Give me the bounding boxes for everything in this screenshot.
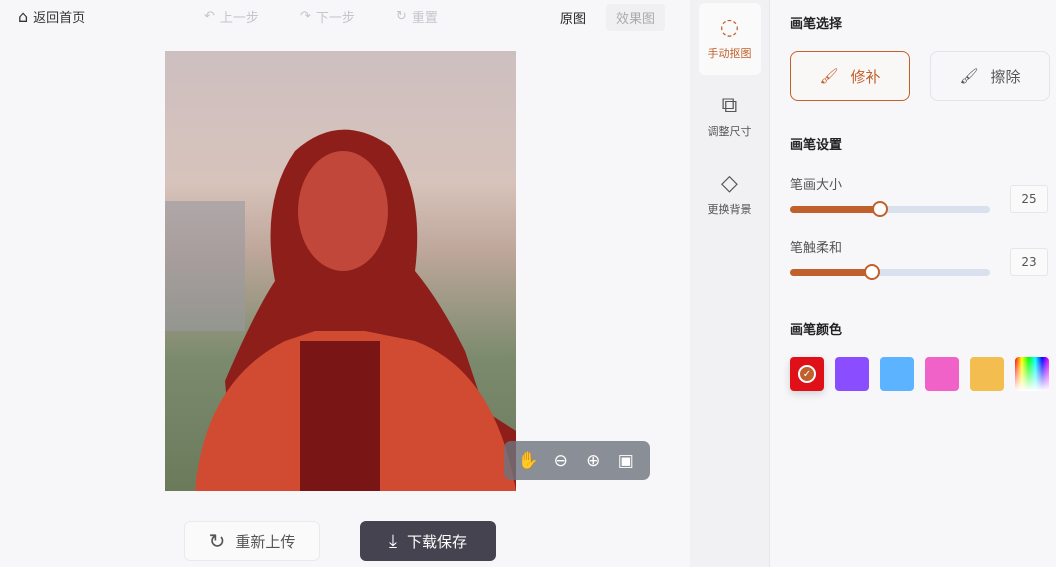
actual-size-icon[interactable]: ▣ [615,451,637,471]
zoom-out-icon[interactable]: ⊖ [550,451,572,471]
tab-original[interactable]: 原图 [550,4,596,31]
redo-icon: ↷ [300,9,311,24]
cursor-select-icon: ◌ [719,15,740,40]
brush-color-title: 画笔颜色 [790,323,843,338]
size-label: 笔画大小 [790,178,843,193]
zoom-in-icon[interactable]: ⊕ [582,451,604,471]
undo-icon: ↶ [204,9,215,24]
color-swatch[interactable] [835,357,869,391]
color-swatch[interactable]: ✓ [790,357,824,391]
download-icon: ⤓ [389,530,397,552]
download-button[interactable]: ⤓ 下载保存 [360,521,496,561]
home-icon: ⌂ [18,7,29,26]
refresh-icon: ↻ [208,529,226,553]
zoom-toolbar: ✋ ⊖ ⊕ ▣ [504,441,650,480]
color-swatch[interactable] [925,357,959,391]
brush-select-title: 画笔选择 [790,17,843,32]
check-icon: ✓ [798,365,816,383]
brush-icon: 🖌 [819,67,839,85]
home-button[interactable]: ⌂ 返回首页 [18,7,85,26]
softness-slider-fill [790,269,872,276]
erase-brush-button[interactable]: 🖌 擦除 [930,51,1050,101]
image-canvas[interactable] [165,51,516,491]
portrait-image [165,129,516,491]
custom-color-picker[interactable] [1015,357,1049,391]
redo-button[interactable]: ↷ 下一步 [300,7,355,26]
size-value-input[interactable]: 25 [1010,185,1048,213]
eraser-brush-icon: 🖌 [959,67,979,85]
softness-slider[interactable] [790,264,990,280]
tab-result[interactable]: 效果图 [606,4,666,31]
softness-label: 笔触柔和 [790,241,843,256]
reupload-button[interactable]: ↻ 重新上传 [184,521,320,561]
color-swatch[interactable] [880,357,914,391]
color-swatch[interactable] [970,357,1004,391]
repair-brush-button[interactable]: 🖌 修补 [790,51,910,101]
size-slider-handle[interactable] [872,201,888,217]
softness-value-input[interactable]: 23 [1010,248,1048,276]
tool-resize[interactable]: ⧉ 调整尺寸 [699,81,761,153]
size-slider[interactable] [790,201,990,217]
brush-settings-title: 画笔设置 [790,138,843,153]
tool-change-background[interactable]: ◇ 更换背景 [699,159,761,231]
hand-icon[interactable]: ✋ [517,451,539,471]
color-swatches: ✓ [790,357,1049,391]
reset-button[interactable]: ↻ 重置 [396,7,438,26]
undo-button[interactable]: ↶ 上一步 [204,7,259,26]
paint-bucket-icon: ◇ [721,171,738,196]
tool-sidebar: ◌ 手动抠图 ⧉ 调整尺寸 ◇ 更换背景 [690,0,770,567]
resize-icon: ⧉ [721,93,738,118]
size-slider-fill [790,206,880,213]
reset-icon: ↻ [396,9,407,24]
softness-slider-handle[interactable] [864,264,880,280]
tool-manual-cutout[interactable]: ◌ 手动抠图 [698,3,761,75]
